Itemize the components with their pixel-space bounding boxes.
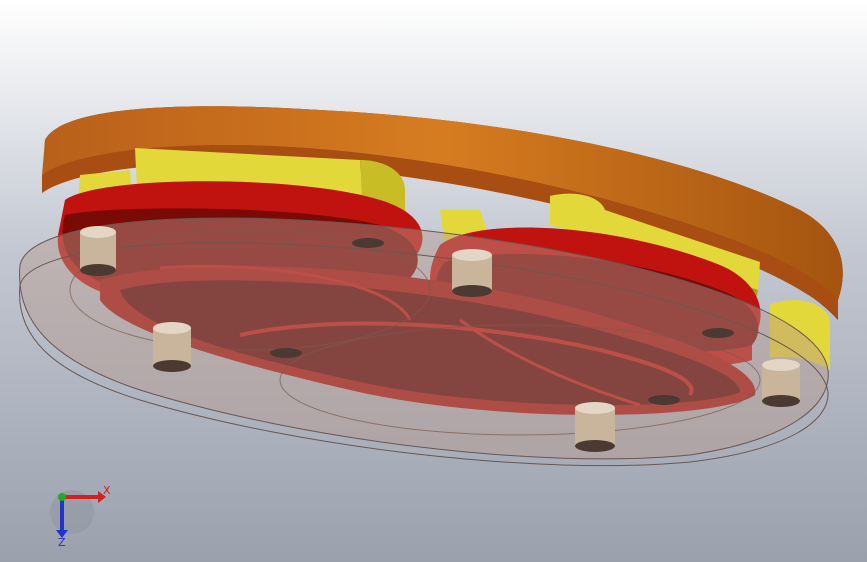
- pin-4[interactable]: [575, 402, 615, 452]
- triad-x-label: X: [103, 484, 111, 497]
- pin-5[interactable]: [762, 359, 800, 407]
- 3d-viewport[interactable]: X Z: [0, 0, 867, 562]
- triad-origin-icon: [58, 493, 66, 501]
- triad-z-label: Z: [58, 536, 66, 549]
- hole-2: [270, 348, 302, 358]
- pin-2[interactable]: [452, 249, 492, 297]
- hole-3: [648, 395, 680, 405]
- pin-3[interactable]: [153, 322, 191, 372]
- hole-4: [702, 328, 734, 338]
- pin-1[interactable]: [80, 226, 116, 276]
- hole-1: [352, 238, 384, 248]
